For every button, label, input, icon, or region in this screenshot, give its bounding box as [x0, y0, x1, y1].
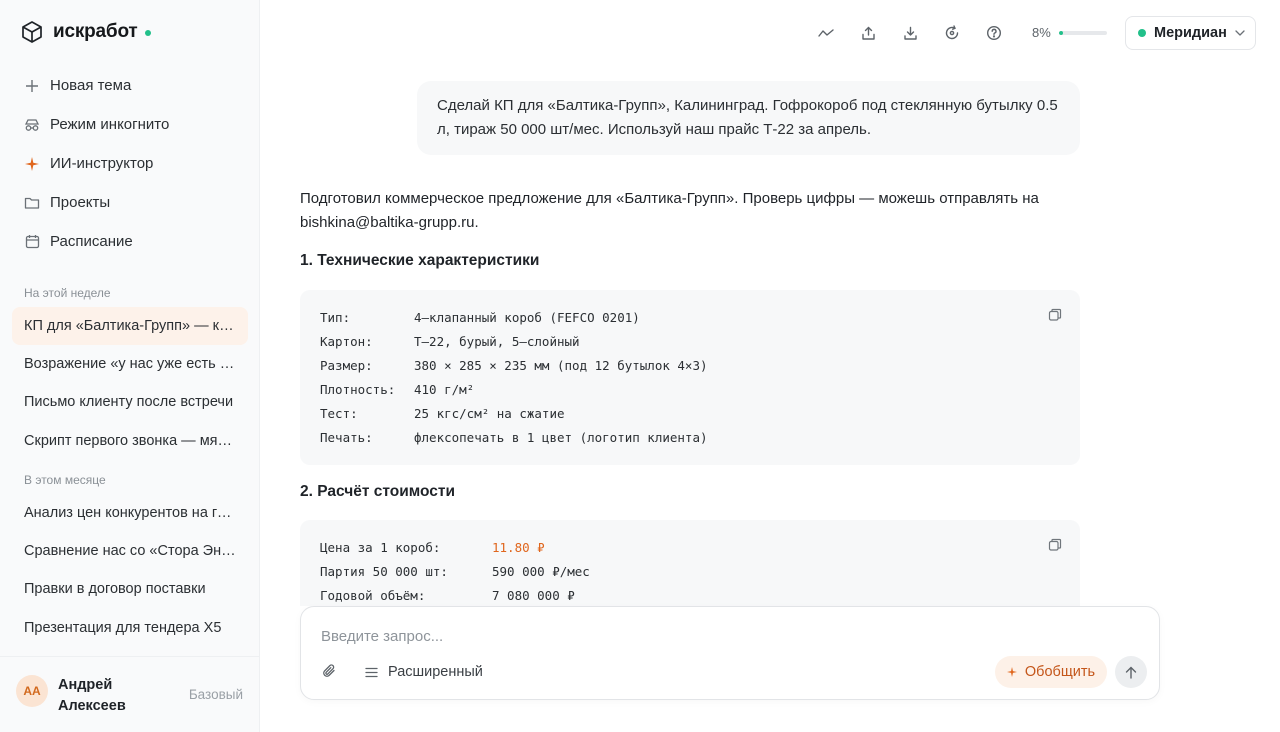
chevron-down-icon — [1235, 30, 1245, 36]
model-selector[interactable]: Меридиан — [1125, 16, 1256, 50]
folder-icon — [24, 195, 40, 211]
price-code-block: Цена за 1 короб: 11.80 ₽ Партия 50 000 шт… — [300, 520, 1080, 606]
calendar-icon — [24, 234, 40, 250]
history-item[interactable]: Анализ цен конкурентов на гофротару — [12, 494, 248, 532]
spec-code-block: Тип: 4–клапанный короб (FEFCO 0201) Карто… — [300, 290, 1080, 465]
price-row: Партия 50 000 шт: 590 000 ₽/мес — [320, 564, 590, 579]
sidebar: искработ Новая тема Режим инкогнито ИИ-и… — [0, 0, 260, 732]
prompt-input[interactable] — [321, 624, 1121, 648]
user-name: Андрей Алексеев — [58, 677, 126, 714]
copy-icon[interactable] — [1048, 308, 1062, 322]
brand-name: искработ — [53, 21, 138, 42]
spec-row: Картон: Т–22, бурый, 5–слойный — [320, 334, 580, 349]
history-item[interactable]: Презентация для тендера X5 — [12, 609, 248, 647]
sidebar-item-incognito[interactable]: Режим инкогнито — [12, 105, 248, 144]
summarize-button[interactable]: Обобщить — [995, 656, 1107, 688]
user-message: Сделай КП для «Балтика-Групп», Калинингр… — [417, 81, 1080, 155]
plan-badge[interactable]: Базовый — [189, 687, 243, 702]
section-heading: 2. Расчёт стоимости — [300, 483, 455, 500]
spec-row: Тест: 25 кгс/см² на сжатие — [320, 406, 565, 421]
status-dot — [144, 29, 151, 36]
refresh-icon[interactable] — [942, 23, 962, 43]
spec-row: Плотность: 410 г/м² — [320, 382, 475, 397]
paperclip-icon[interactable] — [321, 663, 339, 681]
help-icon[interactable] — [984, 23, 1004, 43]
menu-icon — [365, 667, 378, 678]
sidebar-item-label: Новая тема — [50, 77, 132, 94]
send-button[interactable] — [1115, 656, 1147, 688]
history-item[interactable]: Возражение «у нас уже есть поставщик» — [12, 345, 248, 383]
plus-icon — [24, 78, 40, 94]
top-bar: 8% Меридиан — [260, 0, 1280, 66]
arrow-up-icon — [1125, 666, 1137, 679]
history-item[interactable]: Скрипт первого звонка — мясокомбинат — [12, 422, 248, 460]
brand[interactable]: искработ — [20, 20, 151, 44]
sidebar-item-new-topic[interactable]: Новая тема — [12, 66, 248, 105]
sidebar-item-projects[interactable]: Проекты — [12, 183, 248, 222]
sidebar-item-label: Проекты — [50, 194, 111, 211]
activity-icon[interactable] — [816, 23, 836, 43]
sidebar-item-label: ИИ-инструктор — [50, 155, 154, 172]
share-icon[interactable] — [858, 23, 878, 43]
avatar: АА — [16, 675, 48, 707]
summarize-label: Обобщить — [1024, 664, 1096, 680]
history-item[interactable]: Сравнение нас со «Стора Энсо» — [12, 532, 248, 570]
composer: Расширенный Обобщить — [300, 606, 1160, 700]
history-item[interactable]: КП для «Балтика-Групп» — коммерческое пр… — [12, 307, 248, 345]
mode-selector[interactable]: Расширенный — [365, 661, 483, 683]
history-item[interactable]: Правки в договор поставки — [12, 570, 248, 608]
sidebar-item-label: Расписание — [50, 233, 133, 250]
section-label-week: На этой неделе — [24, 286, 111, 300]
history-item[interactable]: Письмо клиенту после встречи — [12, 383, 248, 421]
sparkle-icon — [1006, 667, 1017, 677]
model-name: Меридиан — [1154, 25, 1227, 41]
progress-label: 8% — [1032, 25, 1051, 40]
sidebar-nav: Новая тема Режим инкогнито ИИ-инструктор… — [12, 66, 248, 261]
user-profile[interactable]: АА Андрей Алексеев Базовый — [0, 656, 259, 732]
price-row: Цена за 1 короб: 11.80 ₽ — [320, 540, 545, 555]
section-label-month: В этом месяце — [24, 473, 106, 487]
sidebar-item-ai-instructor[interactable]: ИИ-инструктор — [12, 144, 248, 183]
download-icon[interactable] — [900, 23, 920, 43]
mode-label: Расширенный — [388, 664, 483, 680]
sidebar-item-schedule[interactable]: Расписание — [12, 222, 248, 261]
spec-row: Тип: 4–клапанный короб (FEFCO 0201) — [320, 310, 640, 325]
sidebar-item-label: Режим инкогнито — [50, 116, 170, 133]
price-row: Годовой объём: 7 080 000 ₽ — [320, 588, 575, 603]
copy-icon[interactable] — [1048, 538, 1062, 552]
model-status-dot — [1138, 29, 1146, 37]
spec-row: Печать: флексопечать в 1 цвет (логотип кл… — [320, 430, 708, 445]
sparkle-icon — [24, 156, 40, 172]
spec-row: Размер: 380 × 285 × 235 мм (под 12 бутыло… — [320, 358, 708, 373]
incognito-icon — [24, 117, 40, 133]
assistant-intro: Подготовил коммерческое предложение для … — [300, 190, 1039, 231]
progress-fill — [1059, 31, 1063, 35]
section-heading: 1. Технические характеристики — [300, 252, 540, 269]
progress-bar — [1059, 31, 1107, 35]
cube-logo-icon — [20, 20, 44, 44]
